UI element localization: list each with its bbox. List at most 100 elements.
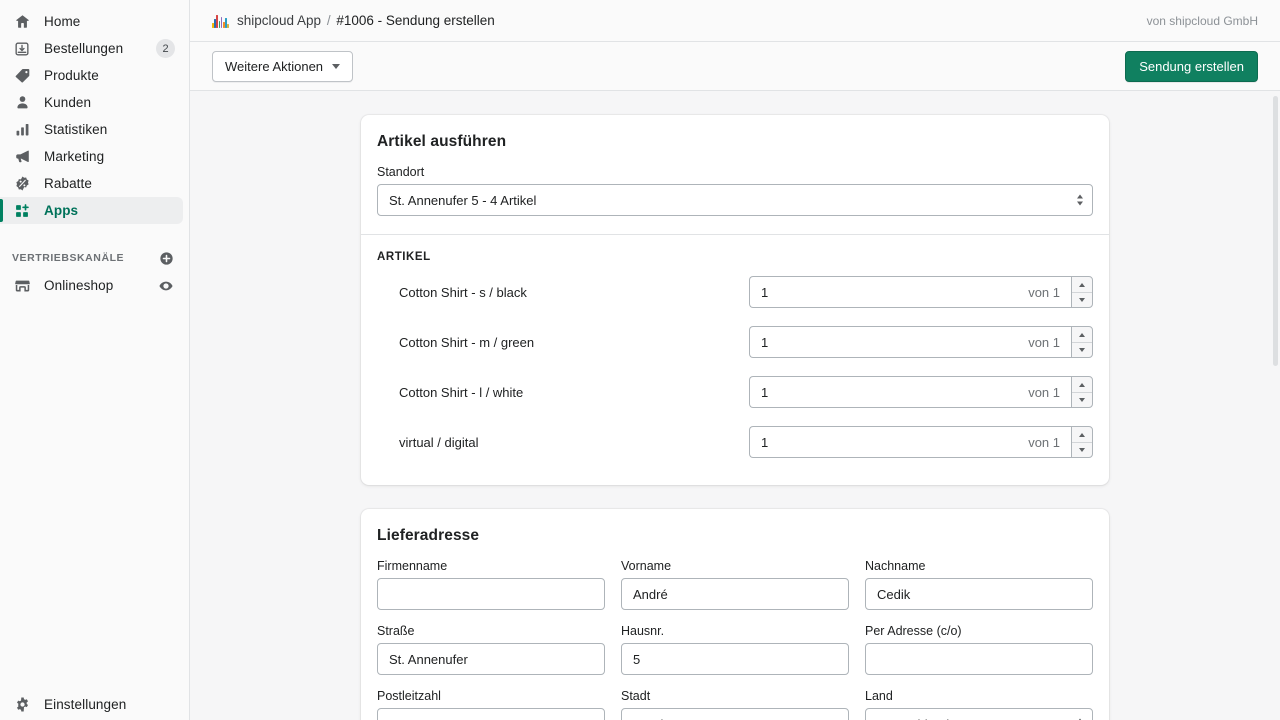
shipcloud-bars-logo xyxy=(212,14,229,28)
breadcrumb-app-name[interactable]: shipcloud App xyxy=(237,13,321,28)
field-firmenname: Firmenname xyxy=(377,559,605,610)
quantity-max: von 1 xyxy=(1028,434,1060,450)
bar-chart-icon xyxy=(12,120,32,140)
main-region: shipcloud App / #1006 - Sendung erstelle… xyxy=(190,0,1280,720)
create-shipment-button[interactable]: Sendung erstellen xyxy=(1125,50,1258,82)
stepper-up-icon[interactable] xyxy=(1072,427,1092,442)
status-badge: 2 xyxy=(156,39,175,58)
scrollbar-thumb[interactable] xyxy=(1273,96,1278,366)
stepper-down-icon[interactable] xyxy=(1072,442,1092,457)
quantity-input[interactable]: 1 von 1 xyxy=(749,276,1071,308)
location-label: Standort xyxy=(377,165,425,179)
sidebar-item-home[interactable]: Home xyxy=(0,8,183,35)
quantity-max: von 1 xyxy=(1028,334,1060,350)
tag-icon xyxy=(12,66,32,86)
field-stadt: Stadt xyxy=(621,689,849,720)
field-label: Hausnr. xyxy=(621,624,665,638)
country-select[interactable]: Deutschland xyxy=(865,708,1093,720)
house-number-input[interactable] xyxy=(621,643,849,675)
country-select-wrap: Deutschland xyxy=(865,708,1093,720)
quantity-value: 1 xyxy=(761,284,769,300)
last-name-input[interactable] xyxy=(865,578,1093,610)
section-title: VERTRIEBSKANÄLE xyxy=(12,252,125,264)
sidebar-item-label: Kunden xyxy=(44,95,92,110)
first-name-input[interactable] xyxy=(621,578,849,610)
field-label: Stadt xyxy=(621,689,651,703)
field-vorname: Vorname xyxy=(621,559,849,610)
stepper-down-icon[interactable] xyxy=(1072,392,1092,407)
quantity-input[interactable]: 1 von 1 xyxy=(749,326,1071,358)
stepper-buttons xyxy=(1071,326,1093,358)
sidebar-item-einstellungen[interactable]: Einstellungen xyxy=(0,691,183,718)
plus-circle-icon[interactable] xyxy=(157,249,175,267)
item-name: Cotton Shirt - l / white xyxy=(399,384,524,400)
quantity-value: 1 xyxy=(761,334,769,350)
field-strasse: Straße xyxy=(377,624,605,675)
field-label: Nachname xyxy=(865,559,926,573)
item-name: virtual / digital xyxy=(399,434,479,450)
postal-code-input[interactable] xyxy=(377,708,605,720)
street-input[interactable] xyxy=(377,643,605,675)
quantity-max: von 1 xyxy=(1028,384,1060,400)
breadcrumb-separator: / xyxy=(326,13,331,28)
sidebar-item-rabatte[interactable]: Rabatte xyxy=(0,170,183,197)
sidebar-item-label: Apps xyxy=(44,203,79,218)
sidebar-item-label: Rabatte xyxy=(44,176,92,191)
stepper-up-icon[interactable] xyxy=(1072,327,1092,342)
sidebar-item-statistiken[interactable]: Statistiken xyxy=(0,116,183,143)
sidebar: Home Bestellungen 2 Produkte Kunden Stat… xyxy=(0,0,190,720)
breadcrumb: shipcloud App / #1006 - Sendung erstelle… xyxy=(237,13,495,28)
field-land: Land Deutschland xyxy=(865,689,1093,720)
stepper-down-icon[interactable] xyxy=(1072,342,1092,357)
items-heading: ARTIKEL xyxy=(377,251,431,263)
sidebar-item-onlineshop[interactable]: Onlineshop xyxy=(0,272,183,299)
sidebar-item-label: Produkte xyxy=(44,68,99,83)
discount-badge-icon xyxy=(12,174,32,194)
city-input[interactable] xyxy=(621,708,849,720)
item-name: Cotton Shirt - m / green xyxy=(399,334,535,350)
care-of-input[interactable] xyxy=(865,643,1093,675)
more-actions-label: Weitere Aktionen xyxy=(225,58,324,74)
megaphone-icon xyxy=(12,147,32,167)
sidebar-item-label: Bestellungen xyxy=(44,41,124,56)
field-hausnr: Hausnr. xyxy=(621,624,849,675)
quantity-value: 1 xyxy=(761,434,769,450)
quantity-input[interactable]: 1 von 1 xyxy=(749,426,1071,458)
eye-icon[interactable] xyxy=(157,277,175,295)
sidebar-item-marketing[interactable]: Marketing xyxy=(0,143,183,170)
gear-icon xyxy=(12,695,32,715)
field-label: Firmenname xyxy=(377,559,448,573)
stepper-down-icon[interactable] xyxy=(1072,292,1092,307)
app-embed-header: shipcloud App / #1006 - Sendung erstelle… xyxy=(190,0,1280,42)
sidebar-item-label: Onlineshop xyxy=(44,278,114,293)
sidebar-item-produkte[interactable]: Produkte xyxy=(0,62,183,89)
person-icon xyxy=(12,93,32,113)
card-title: Artikel ausführen xyxy=(377,133,507,150)
sidebar-item-bestellungen[interactable]: Bestellungen 2 xyxy=(0,35,183,62)
stepper-buttons xyxy=(1071,276,1093,308)
item-name: Cotton Shirt - s / black xyxy=(399,284,527,300)
quantity-input[interactable]: 1 von 1 xyxy=(749,376,1071,408)
vertical-scrollbar[interactable] xyxy=(1273,0,1278,720)
quantity-stepper: 1 von 1 xyxy=(749,326,1093,358)
quantity-max: von 1 xyxy=(1028,284,1060,300)
page-scroll-area[interactable]: Artikel ausführen Standort St. Annenufer… xyxy=(190,91,1280,720)
sidebar-item-label: Statistiken xyxy=(44,122,108,137)
shipping-address-card: Lieferadresse Firmenname Vorname Nachnam… xyxy=(361,509,1109,720)
app-root: Home Bestellungen 2 Produkte Kunden Stat… xyxy=(0,0,1280,720)
stepper-up-icon[interactable] xyxy=(1072,377,1092,392)
company-name-input[interactable] xyxy=(377,578,605,610)
stepper-up-icon[interactable] xyxy=(1072,277,1092,292)
home-icon xyxy=(12,12,32,32)
field-label: Vorname xyxy=(621,559,672,573)
sidebar-item-kunden[interactable]: Kunden xyxy=(0,89,183,116)
sidebar-item-apps[interactable]: Apps xyxy=(0,197,183,224)
stepper-buttons xyxy=(1071,376,1093,408)
sidebar-item-label: Home xyxy=(44,14,81,29)
more-actions-button[interactable]: Weitere Aktionen xyxy=(212,50,354,82)
sidebar-nav: Home Bestellungen 2 Produkte Kunden Stat… xyxy=(0,0,189,299)
orders-inbox-icon xyxy=(12,39,32,59)
stepper-buttons xyxy=(1071,426,1093,458)
action-bar: Weitere Aktionen Sendung erstellen xyxy=(190,42,1280,91)
location-select[interactable]: St. Annenufer 5 - 4 Artikel xyxy=(377,184,1093,216)
